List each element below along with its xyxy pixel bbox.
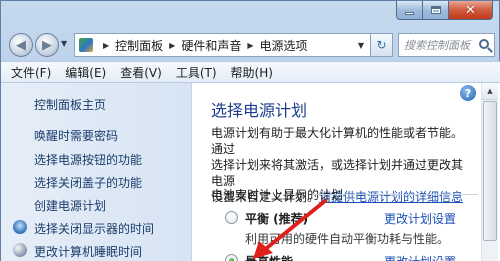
task-pane: 控制面板主页 唤醒时需要密码 选择电源按钮的功能 选择关闭盖子的功能 创建电源计…: [1, 83, 192, 261]
chevron-right-icon[interactable]: ▶: [169, 41, 175, 50]
chevron-down-icon[interactable]: ▼: [358, 41, 364, 50]
chevron-up-icon: ▲: [487, 87, 493, 95]
search-icon[interactable]: [479, 39, 489, 49]
control-panel-icon: [79, 38, 93, 52]
menu-help[interactable]: 帮助(H): [231, 64, 273, 81]
arrow-right-icon: ▶: [42, 37, 52, 53]
scroll-up-button[interactable]: ▲: [482, 83, 498, 100]
maximize-button[interactable]: [423, 1, 449, 20]
chevron-right-icon[interactable]: ▶: [103, 41, 109, 50]
forward-button[interactable]: ▶: [35, 33, 59, 57]
search-input[interactable]: [404, 38, 480, 52]
sidebar-link-display-off[interactable]: 选择关闭显示器的时间: [34, 220, 154, 237]
control-panel-window: ✕ ◀ ▶ ▼ ▶ 控制面板 ▶ 硬件和声音 ▶ 电源选项 ▼ ↻ 文件(F) …: [0, 0, 500, 261]
minimize-button[interactable]: [396, 1, 423, 20]
caption-buttons: ✕: [396, 1, 493, 21]
sidebar-link-sleep-time[interactable]: 更改计算机睡眠时间: [34, 243, 142, 260]
arrow-left-icon: ◀: [16, 37, 26, 53]
plan-high-performance-radio[interactable]: [225, 254, 238, 261]
menu-view[interactable]: 查看(V): [120, 64, 162, 81]
control-panel-home-link[interactable]: 控制面板主页: [34, 96, 106, 113]
page-title: 选择电源计划: [211, 101, 308, 120]
plan-balanced-name[interactable]: 平衡 (推荐): [245, 210, 308, 227]
navigation-bar: ◀ ▶ ▼ ▶ 控制面板 ▶ 硬件和声音 ▶ 电源选项 ▼ ↻: [1, 25, 500, 61]
description-line: 选择计划来将其激活，或选择计划并通过更改其电源: [211, 158, 464, 188]
back-button[interactable]: ◀: [9, 33, 33, 57]
minimize-icon: [405, 11, 414, 15]
menu-tools[interactable]: 工具(T): [176, 64, 217, 81]
address-bar[interactable]: ▶ 控制面板 ▶ 硬件和声音 ▶ 电源选项 ▼: [74, 33, 371, 57]
plan-balanced-radio[interactable]: [225, 211, 238, 224]
close-button[interactable]: ✕: [449, 1, 493, 20]
chevron-right-icon[interactable]: ▶: [247, 41, 253, 50]
section-divider: [313, 194, 478, 195]
content-area: 控制面板主页 唤醒时需要密码 选择电源按钮的功能 选择关闭盖子的功能 创建电源计…: [1, 83, 500, 261]
main-pane: ? ▲ 选择电源计划 电源计划有助于最大化计算机的性能或者节能。通过 选择计划来…: [193, 83, 500, 261]
close-icon: ✕: [465, 2, 476, 18]
vertical-scrollbar[interactable]: ▲: [481, 83, 498, 261]
refresh-icon: ↻: [376, 38, 387, 52]
breadcrumb-hardware-sound[interactable]: 硬件和声音: [181, 37, 241, 54]
refresh-button[interactable]: ↻: [371, 33, 393, 57]
sidebar-link-wake-password[interactable]: 唤醒时需要密码: [34, 127, 118, 144]
breadcrumb-control-panel[interactable]: 控制面板: [115, 37, 163, 54]
description-line: 电源计划有助于最大化计算机的性能或者节能。通过: [211, 126, 464, 156]
sidebar-link-power-button[interactable]: 选择电源按钮的功能: [34, 151, 142, 168]
plan-balanced-description: 利用可用的硬件自动平衡功耗与性能。: [245, 232, 450, 246]
recent-pages-dropdown[interactable]: ▼: [61, 39, 67, 48]
menu-bar: 文件(F) 编辑(E) 查看(V) 工具(T) 帮助(H): [1, 61, 500, 83]
menu-file[interactable]: 文件(F): [11, 64, 51, 81]
search-box[interactable]: [398, 33, 495, 57]
maximize-icon: [430, 6, 441, 14]
sidebar-link-lid-close[interactable]: 选择关闭盖子的功能: [34, 174, 142, 191]
plan-balanced-change-link[interactable]: 更改计划设置: [384, 210, 456, 227]
plan-high-performance-change-link[interactable]: 更改计划设置: [384, 253, 456, 261]
plan-high-performance-name[interactable]: 最高性能: [245, 253, 293, 261]
breadcrumb-power-options[interactable]: 电源选项: [260, 37, 308, 54]
scroll-thumb[interactable]: [483, 101, 497, 241]
menu-edit[interactable]: 编辑(E): [65, 64, 106, 81]
monitor-icon: [13, 220, 27, 234]
help-icon[interactable]: ?: [460, 85, 476, 101]
sleep-icon: [13, 243, 27, 257]
sidebar-link-create-plan[interactable]: 创建电源计划: [34, 197, 106, 214]
